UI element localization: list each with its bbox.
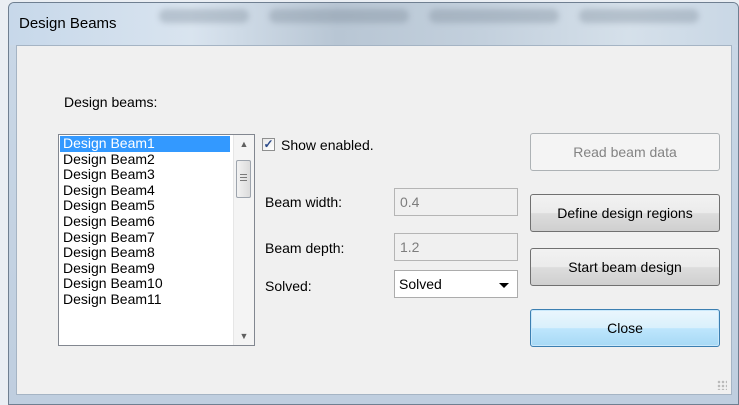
background-blur bbox=[579, 9, 699, 23]
list-item[interactable]: Design Beam9 bbox=[60, 260, 230, 277]
scrollbar-thumb[interactable] bbox=[236, 160, 251, 198]
solved-dropdown[interactable]: Solved bbox=[394, 270, 518, 298]
title-bar[interactable]: Design Beams bbox=[9, 3, 738, 45]
resize-grip-icon[interactable] bbox=[717, 380, 727, 390]
grip-line bbox=[240, 174, 247, 175]
beam-width-label: Beam width: bbox=[265, 194, 343, 210]
start-beam-design-button[interactable]: Start beam design bbox=[530, 248, 720, 286]
list-item[interactable]: Design Beam5 bbox=[60, 198, 230, 214]
design-beams-label: Design beams: bbox=[64, 94, 158, 110]
list-item[interactable]: Design Beam11 bbox=[60, 291, 230, 308]
list-item[interactable]: Design Beam6 bbox=[60, 213, 230, 230]
background-blur bbox=[429, 9, 559, 23]
design-beams-listbox[interactable]: Design Beam1 Design Beam2 Design Beam3 Desi… bbox=[58, 134, 255, 346]
chevron-down-icon[interactable]: ▼ bbox=[234, 327, 254, 345]
list-item[interactable]: Design Beam2 bbox=[60, 151, 230, 168]
list-item[interactable]: Design Beam10 bbox=[60, 276, 230, 292]
show-enabled-checkbox[interactable]: ✓ bbox=[262, 138, 275, 151]
close-button[interactable]: Close bbox=[530, 309, 720, 347]
chevron-up-icon[interactable]: ▲ bbox=[234, 135, 254, 153]
list-item[interactable]: Design Beam1 bbox=[60, 135, 230, 152]
window-title: Design Beams bbox=[19, 15, 117, 32]
list-item[interactable]: Design Beam7 bbox=[60, 229, 230, 246]
beam-depth-label: Beam depth: bbox=[265, 240, 345, 256]
list-item[interactable]: Design Beam4 bbox=[60, 182, 230, 199]
list-item[interactable]: Design Beam8 bbox=[60, 245, 230, 261]
solved-label: Solved: bbox=[265, 278, 312, 294]
check-icon: ✓ bbox=[263, 137, 274, 151]
background-blur bbox=[269, 9, 409, 23]
solved-dropdown-value: Solved bbox=[399, 276, 442, 292]
show-enabled-label[interactable]: Show enabled. bbox=[281, 137, 374, 153]
background-blur bbox=[159, 9, 249, 23]
listbox-scrollbar[interactable]: ▲ ▼ bbox=[233, 135, 254, 345]
beam-depth-field[interactable]: 1.2 bbox=[394, 233, 518, 261]
beam-width-field[interactable]: 0.4 bbox=[394, 188, 518, 216]
design-beams-list: Design Beam1 Design Beam2 Design Beam3 Desi… bbox=[60, 135, 230, 308]
list-item[interactable]: Design Beam3 bbox=[60, 167, 230, 183]
define-design-regions-button[interactable]: Define design regions bbox=[530, 194, 720, 232]
grip-line bbox=[240, 177, 247, 178]
read-beam-data-button[interactable]: Read beam data bbox=[530, 133, 720, 171]
chevron-down-icon[interactable] bbox=[499, 283, 509, 288]
grip-line bbox=[240, 180, 247, 181]
